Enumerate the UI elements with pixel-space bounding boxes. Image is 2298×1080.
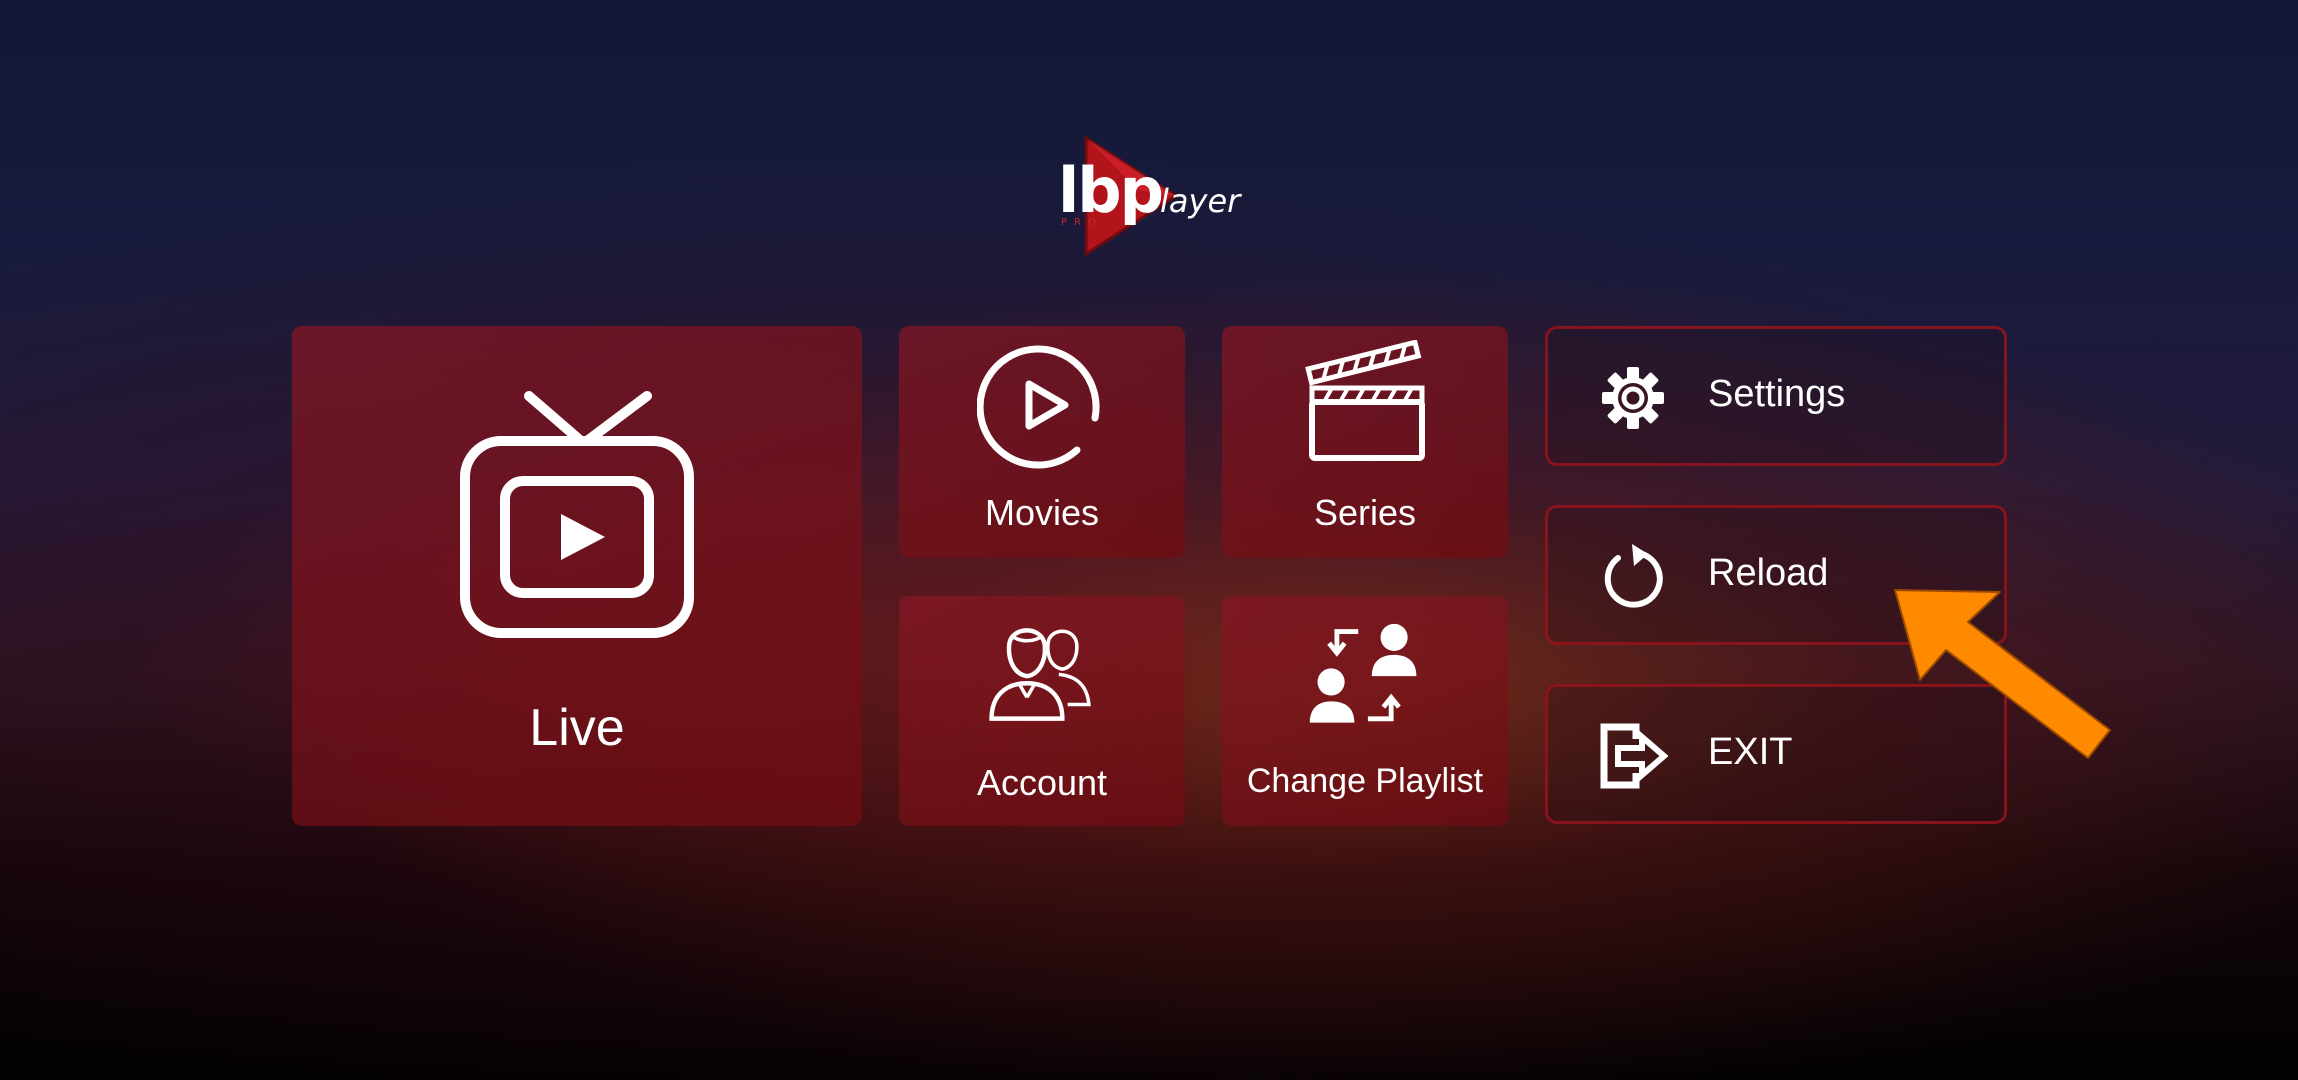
play-circle-icon [977,345,1100,469]
change-playlist-tile[interactable]: Change Playlist [1222,596,1508,826]
logo-sub-text: layer [1160,182,1241,220]
settings-button[interactable]: Settings [1545,326,2007,466]
clapperboard-icon [1305,340,1425,461]
change-playlist-label: Change Playlist [1246,762,1484,800]
account-tile[interactable]: Account [899,596,1185,826]
exit-label: EXIT [1708,731,1793,773]
users-icon [989,628,1091,721]
account-label: Account [976,762,1108,803]
movies-label: Movies [984,492,1100,533]
tv-icon [460,391,694,638]
switch-user-icon [1309,623,1417,723]
live-tile[interactable]: Live [292,326,862,826]
settings-label: Settings [1708,373,1846,415]
logo-tag: PRO [1061,217,1103,228]
gear-icon [1598,363,1668,433]
exit-icon [1598,721,1669,791]
live-label: Live [529,699,625,757]
highlight-arrow-icon [1880,580,2120,770]
series-label: Series [1313,492,1417,533]
reload-icon [1598,542,1668,612]
app-logo: lbplayer PRO [1058,130,1241,265]
reload-label: Reload [1708,552,1829,594]
series-tile[interactable]: Series [1222,326,1508,558]
movies-tile[interactable]: Movies [899,326,1185,558]
